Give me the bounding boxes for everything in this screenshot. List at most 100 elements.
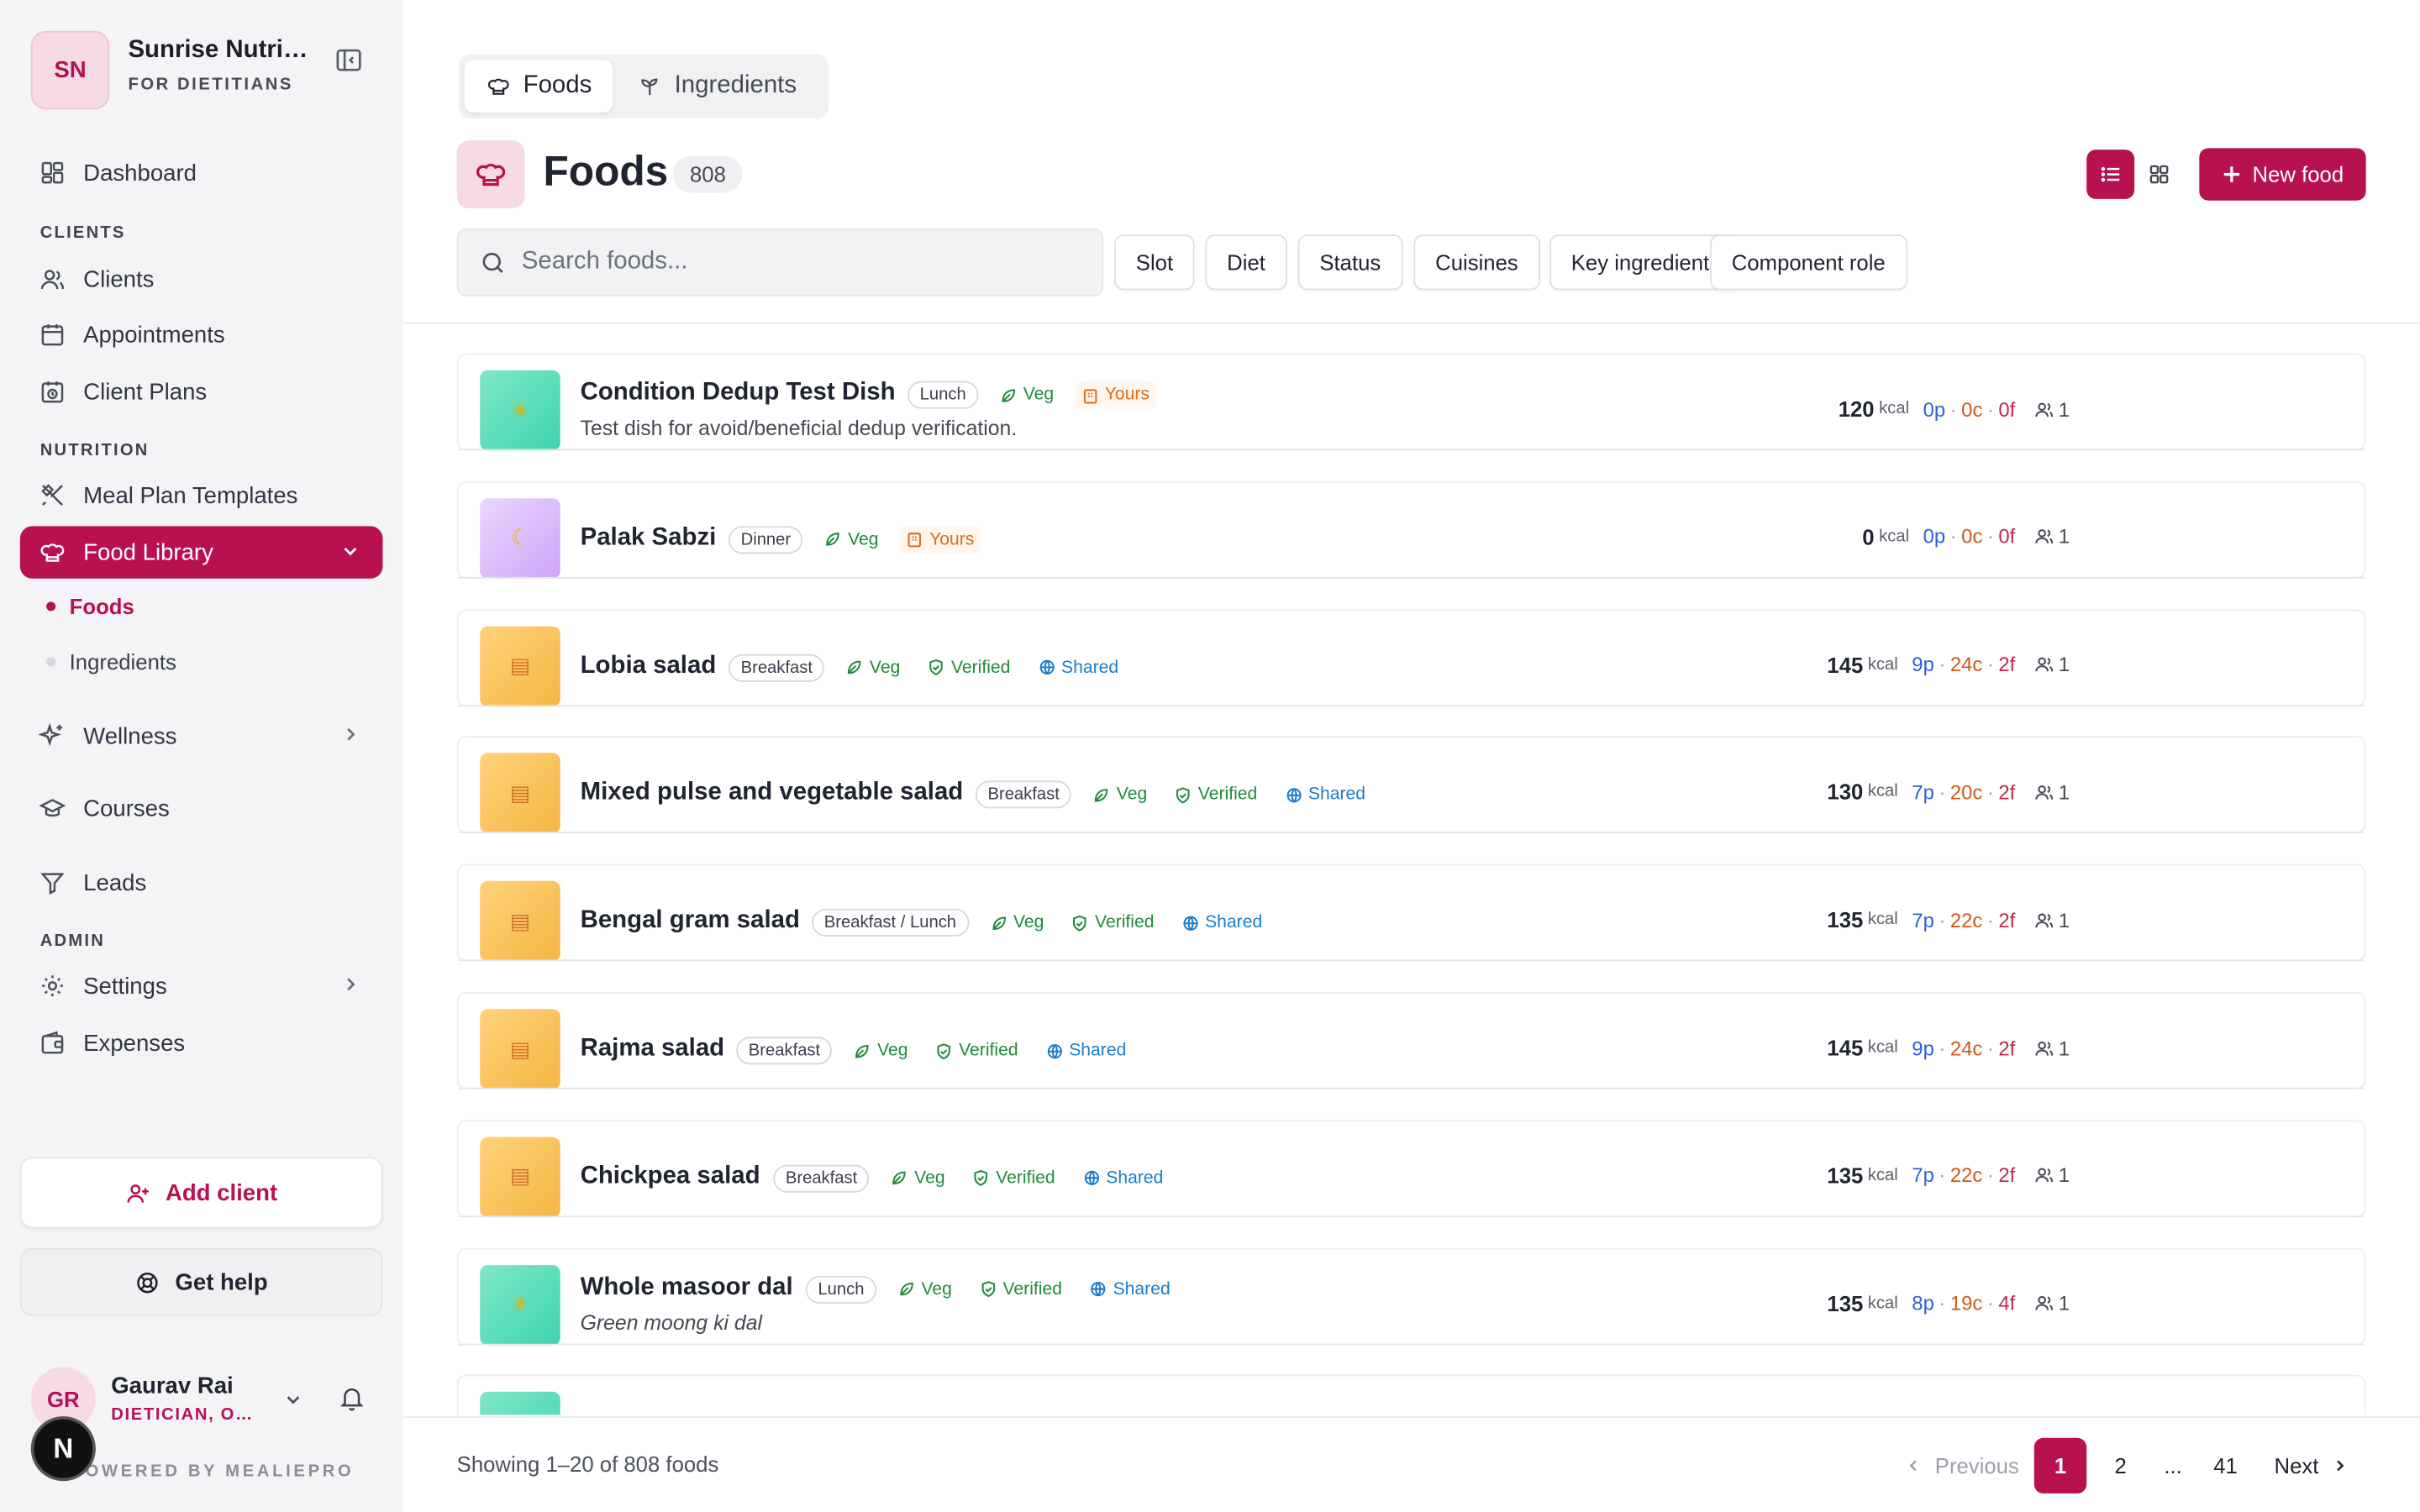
plus-icon	[2224, 166, 2240, 182]
nav-clients-label: Clients	[83, 265, 155, 293]
food-badges: Breakfast Veg Verified Shared	[736, 1037, 1133, 1065]
users-icon	[2034, 785, 2053, 800]
sun-icon: ☀	[510, 1291, 530, 1316]
nav-leads[interactable]: Leads	[20, 856, 383, 908]
macro-separator: ·	[1986, 396, 1994, 421]
grid-view-button[interactable]	[2134, 150, 2182, 199]
food-row[interactable]: ▤ Rajma salad Breakfast Veg Verified Shared 14…	[456, 991, 2366, 1089]
protein-value: 7p	[1912, 780, 1934, 804]
subnav-ingredients[interactable]: Ingredients	[46, 649, 176, 675]
protein-value: 7p	[1912, 1163, 1934, 1187]
users-icon	[2034, 912, 2053, 927]
carbs-value: 0c	[1961, 525, 1983, 549]
filter-status[interactable]: Status	[1297, 234, 1403, 291]
search-input[interactable]: Search foods...	[456, 228, 1104, 297]
nav-courses[interactable]: Courses	[20, 782, 383, 834]
food-stats: 135 kcal 8p · 19c · 4f 1	[1827, 1291, 2070, 1315]
add-client-button[interactable]: Add client	[19, 1157, 383, 1229]
veg-badge: Veg	[848, 1037, 914, 1064]
search-icon	[482, 251, 503, 273]
foods-title-icon	[456, 140, 525, 208]
filter-diet[interactable]: Diet	[1205, 234, 1287, 291]
food-name[interactable]: Mixed pulse and vegetable salad	[581, 780, 964, 807]
tab-foods[interactable]: Foods	[464, 60, 614, 113]
clients-count: 1	[2033, 908, 2070, 932]
page-41[interactable]: 41	[2199, 1438, 2251, 1494]
collapse-sidebar-icon[interactable]	[335, 46, 363, 74]
nav-wellness[interactable]: Wellness	[20, 710, 383, 762]
tag-label: Veg	[914, 1168, 945, 1188]
section-nutrition: NUTRITION	[39, 441, 150, 460]
nav-dashboard[interactable]: Dashboard	[20, 146, 383, 198]
tag-label: Verified	[1197, 785, 1258, 805]
get-help-button[interactable]: Get help	[19, 1247, 383, 1316]
kcal-value: 135	[1827, 1163, 1864, 1188]
food-name[interactable]: Rajma salad	[581, 1035, 725, 1063]
new-food-button[interactable]: New food	[2199, 148, 2366, 201]
tab-ingredients[interactable]: Ingredients	[616, 60, 818, 113]
clients-count-value: 1	[2058, 1291, 2070, 1315]
sunrise-icon: ▤	[509, 908, 531, 933]
food-stats: 145 kcal 9p · 24c · 2f 1	[1827, 652, 2070, 676]
food-name[interactable]: Condition Dedup Test Dish	[581, 380, 896, 407]
previous-button[interactable]: Previous	[1900, 1438, 2023, 1494]
carbs-value: 19c	[1949, 1291, 1983, 1315]
shield-check-icon	[929, 659, 944, 676]
subnav-foods[interactable]: Foods	[46, 594, 134, 619]
food-row[interactable]: ▤ Mixed pulse and vegetable salad Breakfas…	[456, 736, 2366, 834]
nav-meal-plan-templates[interactable]: Meal Plan Templates	[20, 469, 383, 521]
food-row[interactable]: ☾ Palak Sabzi Dinner Veg Yours 0 kcal 0p · 0c · 0f 1	[456, 480, 2366, 579]
brand-subtitle: FOR DIETITIANS	[128, 75, 293, 95]
page-1[interactable]: 1	[2033, 1437, 2087, 1494]
clients-count: 1	[2033, 653, 2070, 676]
food-stats: 130 kcal 7p · 20c · 2f 1	[1827, 780, 2070, 804]
nav-client-plans[interactable]: Client Plans	[20, 365, 383, 417]
filter-slot[interactable]: Slot	[1114, 234, 1195, 291]
globe-icon	[1039, 659, 1055, 675]
nav-clients[interactable]: Clients	[20, 253, 383, 305]
food-name[interactable]: Palak Sabzi	[581, 524, 717, 552]
inactive-dot	[46, 657, 56, 667]
macro-separator: ·	[1986, 1163, 1994, 1187]
food-row[interactable]: ▤ Chickpea salad Breakfast Veg Verified Share…	[456, 1120, 2366, 1217]
next-button[interactable]: Next	[2264, 1438, 2360, 1494]
brand[interactable]: SN Sunrise Nutrition FOR DIETITIANS	[30, 30, 386, 112]
food-row[interactable]: ▤ Bengal gram salad Breakfast / Lunch Veg Ve…	[456, 864, 2366, 962]
list-view-button[interactable]	[2086, 150, 2135, 199]
food-name[interactable]: Lobia salad	[581, 652, 717, 680]
nav-settings[interactable]: Settings	[20, 959, 383, 1011]
section-admin: ADMIN	[39, 932, 106, 951]
nav-expenses-label: Expenses	[83, 1029, 186, 1057]
food-row[interactable]: ☀Whole moong dalLunchVegVerifiedShared	[456, 1375, 2366, 1415]
fat-value: 2f	[1998, 653, 2016, 676]
fat-value: 2f	[1998, 908, 2016, 932]
page-2[interactable]: 2	[2094, 1438, 2146, 1494]
food-thumbnail: ☾	[480, 497, 560, 579]
food-row[interactable]: ▤ Lobia salad Breakfast Veg Verified Shared 14…	[456, 608, 2366, 706]
bell-icon[interactable]	[338, 1384, 366, 1412]
tab-foods-label: Foods	[523, 72, 592, 99]
macro-separator: ·	[1939, 1291, 1946, 1315]
food-row[interactable]: ☀ Condition Dedup Test Dish Lunch Veg Yours T…	[456, 353, 2366, 451]
food-thumbnail: ▤	[480, 881, 560, 962]
shared-badge: Shared	[1032, 654, 1124, 681]
kcal-unit: kcal	[1879, 399, 1910, 418]
users-icon	[2034, 1296, 2053, 1310]
verified-badge: Verified	[929, 1037, 1024, 1064]
veg-badge: Veg	[885, 1164, 951, 1192]
filter-component-role[interactable]: Component role	[1710, 234, 1907, 291]
nav-appointments[interactable]: Appointments	[20, 308, 383, 360]
slot-badge: Breakfast	[975, 781, 1072, 810]
leaf-icon	[1002, 388, 1016, 402]
food-row[interactable]: ☀ Whole masoor dal Lunch Veg Verified Shared G…	[456, 1247, 2366, 1345]
filter-cuisines[interactable]: Cuisines	[1413, 234, 1540, 291]
yours-badge: Yours	[1075, 381, 1156, 409]
food-name[interactable]: Whole masoor dal	[581, 1273, 793, 1301]
nav-food-library[interactable]: Food Library	[19, 526, 383, 579]
floating-badge[interactable]: N	[30, 1416, 96, 1482]
nav-expenses[interactable]: Expenses	[20, 1016, 383, 1068]
protein-value: 0p	[1923, 396, 1946, 421]
food-name[interactable]: Bengal gram salad	[581, 907, 800, 935]
food-name[interactable]: Chickpea salad	[581, 1163, 760, 1190]
slot-badge: Breakfast	[736, 1037, 833, 1065]
